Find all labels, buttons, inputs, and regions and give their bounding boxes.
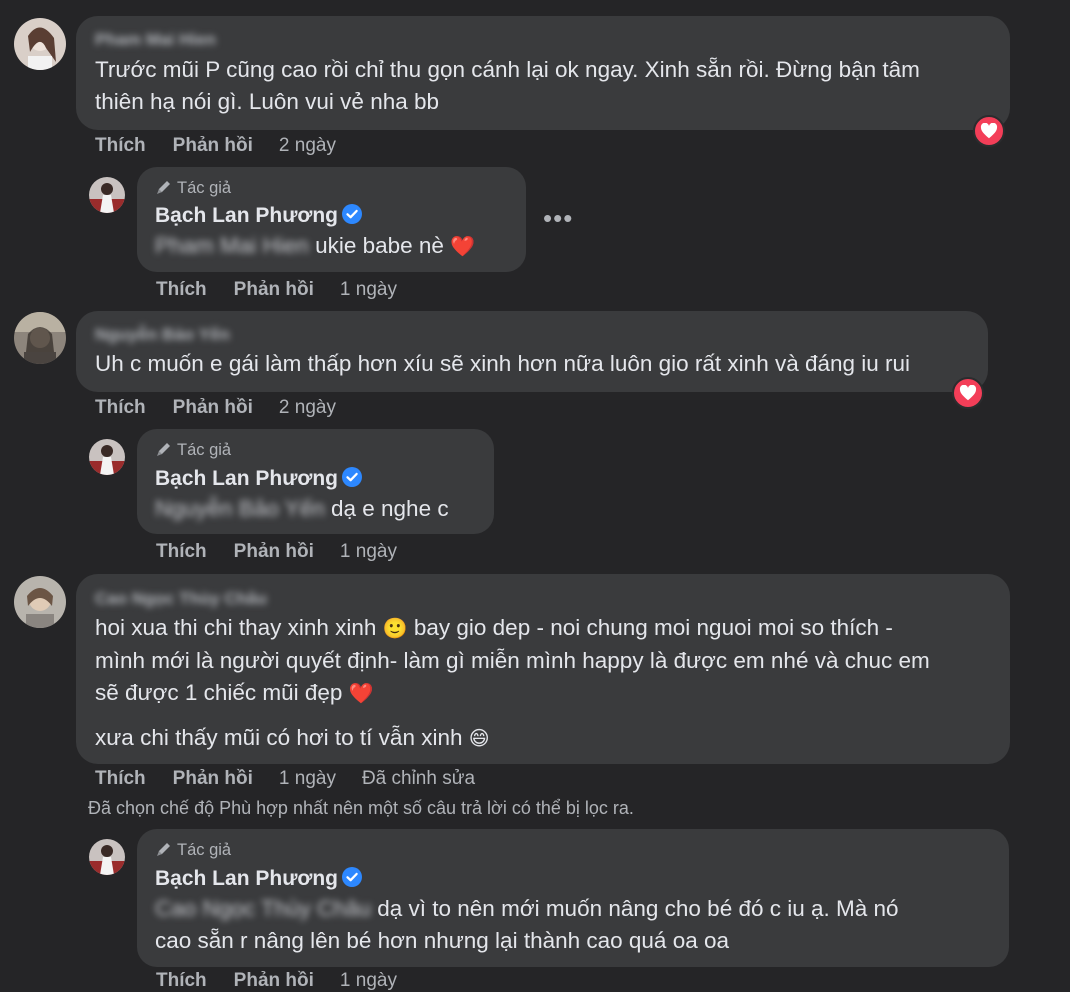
timestamp[interactable]: 2 ngày <box>279 135 336 156</box>
comment-text-segment: xưa chi thấy mũi có hơi to tí vẫn xinh <box>95 725 463 750</box>
pencil-icon <box>155 440 173 458</box>
author-avatar[interactable] <box>89 177 125 213</box>
heart-icon <box>959 385 977 401</box>
comment-text-line: Trước mũi P cũng cao rồi chỉ thu gọn cán… <box>95 57 920 82</box>
reply-text-body: dạ e nghe c <box>330 496 449 521</box>
comment-text-segment: sẽ được 1 chiếc mũi đẹp <box>95 680 343 705</box>
comment-text-line: mình mới là người quyết định- làm gì miễ… <box>95 648 930 673</box>
like-button[interactable]: Thích <box>95 135 146 156</box>
love-reaction-badge[interactable] <box>973 115 1005 147</box>
mention-tag[interactable]: Pham Mai Hien <box>155 230 309 262</box>
commenter-name[interactable]: Cao Ngọc Thùy Châu <box>95 589 267 609</box>
like-button[interactable]: Thích <box>156 541 207 562</box>
comment-actions: Thích Phản hồi 2 ngày <box>95 397 336 419</box>
reply-bubble: Tác giả Bạch Lan Phương Nguyễn Bảo Yến d… <box>137 429 494 534</box>
comment-bubble: Nguyễn Bảo Yến Uh c muốn e gái làm thấp … <box>76 311 988 392</box>
reply-text-body: ukie babe nè <box>315 233 444 258</box>
comment-text-line: hoi xua thi chi thay xinh xinh 🙂 bay gio… <box>95 612 930 645</box>
like-button[interactable]: Thích <box>156 970 207 991</box>
timestamp[interactable]: 1 ngày <box>340 279 397 300</box>
grin-emoji: 😄 <box>468 728 490 750</box>
author-tag-label: Tác giả <box>177 179 232 197</box>
reply-button[interactable]: Phản hồi <box>173 397 253 418</box>
red-heart-emoji: ❤️ <box>348 683 374 705</box>
reply-button[interactable]: Phản hồi <box>234 970 314 991</box>
comment-text-line: thiên hạ nói gì. Luôn vui vẻ nha bb <box>95 89 440 114</box>
author-name[interactable]: Bạch Lan Phương <box>155 467 362 491</box>
author-avatar[interactable] <box>89 439 125 475</box>
author-avatar[interactable] <box>89 839 125 875</box>
red-heart-emoji: ❤️ <box>450 236 476 258</box>
reply-text-line: Cao Ngọc Thùy Châu dạ vì to nên mới muốn… <box>155 893 899 925</box>
commenter-name[interactable]: Pham Mai Hien <box>95 30 216 50</box>
reply-text: Nguyễn Bảo Yến dạ e nghe c <box>155 493 449 525</box>
reply-button[interactable]: Phản hồi <box>173 135 253 156</box>
more-options-icon[interactable]: ••• <box>543 203 573 234</box>
comment-text: hoi xua thi chi thay xinh xinh 🙂 bay gio… <box>95 612 930 755</box>
verified-badge-icon <box>341 204 362 224</box>
comment-bubble: Cao Ngọc Thùy Châu hoi xua thi chi thay … <box>76 574 1010 764</box>
author-name[interactable]: Bạch Lan Phương <box>155 867 362 891</box>
like-button[interactable]: Thích <box>156 279 207 300</box>
author-tag: Tác giả <box>155 440 231 460</box>
commenter-name[interactable]: Nguyễn Bảo Yến <box>95 325 230 345</box>
edited-label: Đã chỉnh sửa <box>361 768 476 789</box>
comment-text-segment: bay gio dep - noi chung moi nguoi moi so… <box>413 615 893 640</box>
author-name[interactable]: Bạch Lan Phương <box>155 204 362 228</box>
commenter-avatar[interactable] <box>14 312 66 364</box>
author-tag-label: Tác giả <box>177 841 232 859</box>
commenter-avatar[interactable] <box>14 576 66 628</box>
love-reaction-badge[interactable] <box>952 377 984 409</box>
comment-text: Uh c muốn e gái làm thấp hơn xíu sẽ xinh… <box>95 351 911 376</box>
reply-actions: Thích Phản hồi 1 ngày <box>156 541 397 563</box>
reply-text-line: cao sẵn r nâng lên bé hơn nhưng lại thàn… <box>155 928 730 953</box>
pencil-icon <box>155 840 173 858</box>
comment-bubble: Pham Mai Hien Trước mũi P cũng cao rồi c… <box>76 16 1010 130</box>
timestamp[interactable]: 2 ngày <box>279 397 336 418</box>
reply-button[interactable]: Phản hồi <box>173 768 253 789</box>
reply-button[interactable]: Phản hồi <box>234 541 314 562</box>
author-tag-label: Tác giả <box>177 441 232 459</box>
reply-bubble: Tác giả Bạch Lan Phương Cao Ngọc Thùy Ch… <box>137 829 1009 967</box>
reply-actions: Thích Phản hồi 1 ngày <box>156 970 397 992</box>
timestamp[interactable]: 1 ngày <box>279 768 336 789</box>
verified-badge-icon <box>341 867 362 887</box>
comment-actions: Thích Phản hồi 1 ngày Đã chỉnh sửa <box>95 768 475 790</box>
reply-text: Cao Ngọc Thùy Châu dạ vì to nên mới muốn… <box>155 893 899 957</box>
timestamp[interactable]: 1 ngày <box>340 970 397 991</box>
heart-icon <box>980 123 998 139</box>
pencil-icon <box>155 178 173 196</box>
like-button[interactable]: Thích <box>95 397 146 418</box>
reply-text-body: dạ vì to nên mới muốn nâng cho bé đó c i… <box>377 896 899 921</box>
mention-tag[interactable]: Nguyễn Bảo Yến <box>155 493 325 525</box>
comment-text-segment: hoi xua thi chi thay xinh xinh <box>95 615 377 640</box>
comment-text-line: xưa chi thấy mũi có hơi to tí vẫn xinh 😄 <box>95 722 930 755</box>
reply-actions: Thích Phản hồi 1 ngày <box>156 279 397 301</box>
comment-text-line: sẽ được 1 chiếc mũi đẹp ❤️ <box>95 677 930 710</box>
author-tag: Tác giả <box>155 840 231 860</box>
commenter-avatar[interactable] <box>14 18 66 70</box>
mention-tag[interactable]: Cao Ngọc Thùy Châu <box>155 893 371 925</box>
reply-bubble: Tác giả Bạch Lan Phương Pham Mai Hien uk… <box>137 167 526 272</box>
reply-button[interactable]: Phản hồi <box>234 279 314 300</box>
comment-text: Trước mũi P cũng cao rồi chỉ thu gọn cán… <box>95 54 920 118</box>
author-name-text[interactable]: Bạch Lan Phương <box>155 467 338 490</box>
author-name-text[interactable]: Bạch Lan Phương <box>155 204 338 227</box>
filter-note: Đã chọn chế độ Phù hợp nhất nên một số c… <box>88 798 634 818</box>
smile-emoji: 🙂 <box>382 618 408 640</box>
author-tag: Tác giả <box>155 178 231 198</box>
like-button[interactable]: Thích <box>95 768 146 789</box>
comment-actions: Thích Phản hồi 2 ngày <box>95 135 336 157</box>
reply-text: Pham Mai Hien ukie babe nè ❤️ <box>155 230 475 263</box>
author-name-text[interactable]: Bạch Lan Phương <box>155 867 338 890</box>
verified-badge-icon <box>341 467 362 487</box>
timestamp[interactable]: 1 ngày <box>340 541 397 562</box>
